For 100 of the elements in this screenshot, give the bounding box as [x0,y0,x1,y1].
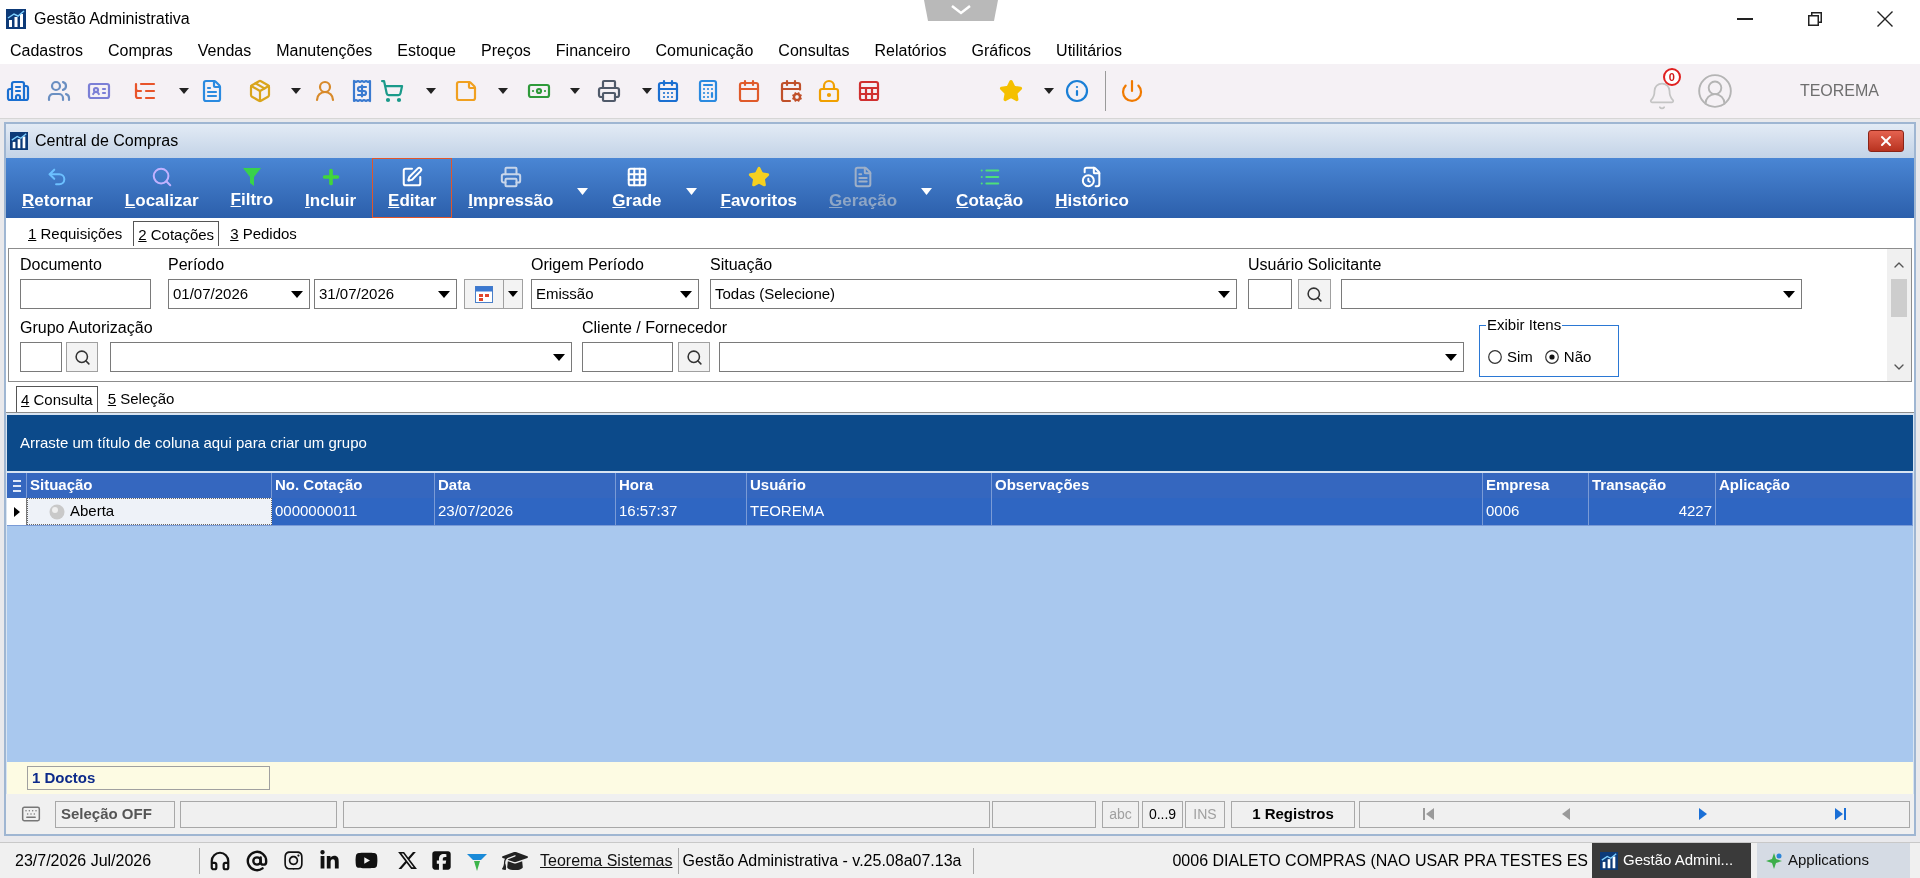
at-sign-icon[interactable] [246,849,268,872]
tab[interactable]: 5 Seleção [102,386,180,412]
power-icon[interactable] [1120,79,1144,103]
text-field[interactable] [20,279,151,309]
info-icon[interactable] [1065,79,1089,103]
menu-item[interactable]: Manutenções [276,40,373,61]
cart-icon[interactable] [380,79,404,103]
toolbar-button[interactable]: Editar [372,158,453,218]
menu-item[interactable]: Financeiro [555,40,631,61]
status-circle-icon [49,503,65,520]
radio-button[interactable] [1488,350,1502,364]
tab[interactable]: 3 Pedidos [225,221,302,246]
menu-item[interactable]: Vendas [197,40,252,61]
search-button[interactable] [678,342,710,372]
text-field[interactable] [1248,279,1292,309]
caret-icon[interactable] [291,88,301,94]
menu-item[interactable]: Preços [481,40,531,61]
calendar-button[interactable] [464,279,504,309]
caret-icon[interactable] [426,88,436,94]
toolbar-button[interactable]: Localizar [108,158,215,218]
text-field[interactable] [582,342,673,372]
window-title: Central de Compras [35,131,179,151]
calculator-icon[interactable] [696,79,720,103]
menu-item[interactable]: Consultas [778,40,850,61]
linkedin-icon[interactable] [319,850,340,871]
toolbar-button[interactable]: Favoritos [704,158,814,218]
text-field[interactable] [20,342,62,372]
caret-icon[interactable] [570,88,580,94]
calendar-gear-icon[interactable] [779,79,803,103]
tab[interactable]: 4 Consulta [16,386,98,412]
toolbar-button[interactable]: Retornar [6,158,109,218]
dropdown-field[interactable]: Todas (Selecione) [710,279,1237,309]
radio-button[interactable] [1544,350,1559,364]
search-button[interactable] [66,342,98,372]
dropdown-arrow-icon[interactable] [1218,290,1230,298]
caret-icon[interactable] [498,88,508,94]
menu-item[interactable]: Relatórios [874,40,947,61]
search-button[interactable] [1298,279,1331,309]
dropdown-arrow-icon[interactable] [291,290,303,298]
table-cell: 16:57:37 [616,498,747,525]
dropdown-field[interactable] [719,342,1464,372]
document-icon[interactable] [200,79,224,103]
calendar-icon[interactable] [737,79,761,103]
user-icon[interactable] [313,79,337,103]
date-field[interactable]: 31/07/2026 [314,279,457,309]
menu-item[interactable]: Compras [107,40,173,61]
dropdown-arrow-icon[interactable] [553,353,565,361]
tab[interactable]: 1 Requisições [23,221,128,246]
toolbar-button[interactable]: Impressão [452,158,570,218]
summary-count: 1 Doctos [27,766,270,790]
dropdown-arrow-icon[interactable] [438,290,450,298]
taskbar-button[interactable]: Gestão Admini... [1592,843,1751,878]
dropdown-arrow-icon[interactable] [680,290,692,298]
dropdown-field[interactable] [110,342,572,372]
people-icon[interactable] [47,79,71,103]
last-page-icon[interactable] [1834,808,1847,820]
toolbar-button[interactable]: Filtro [214,158,290,218]
grid-icon [625,165,648,188]
toolbar-button[interactable]: Incluir [289,158,373,218]
menu-item[interactable]: Utilitários [1056,40,1122,61]
instagram-icon[interactable] [283,850,304,871]
website-link[interactable]: Teorema Sistemas [540,848,673,873]
close-button[interactable] [1868,130,1904,152]
table-cell[interactable]: Aberta [27,498,272,525]
table-icon[interactable] [857,79,881,103]
tab[interactable]: 2 Cotações [133,221,220,246]
toolbar-button[interactable]: Histórico [1039,158,1145,218]
receipt-icon[interactable] [350,79,374,103]
caret-icon[interactable] [642,88,652,94]
date-field[interactable]: 01/07/2026 [168,279,310,309]
dropdown-arrow-icon[interactable] [1445,353,1457,361]
row-header-cell[interactable] [7,498,27,525]
facebook-icon[interactable] [431,850,452,871]
dropdown-arrow-icon[interactable] [1783,290,1795,298]
dropdown-field[interactable]: Emissão [531,279,699,309]
headset-icon[interactable] [209,849,231,872]
dropdown-field[interactable] [1341,279,1802,309]
caret-icon[interactable] [179,88,189,94]
building-icon[interactable] [6,79,30,103]
toolbar-button[interactable]: Cotação [940,158,1040,218]
calendar-icon[interactable] [656,79,680,103]
table-row[interactable]: Aberta 0000000011 23/07/2026 16:57:37 TEOREMA 0006 4227 [7,498,1913,526]
version-label: Gestão Administrativa - v.25.08a07.13a [682,850,962,871]
edit-icon [401,165,424,188]
x-icon[interactable] [397,850,418,871]
scrollbar[interactable] [1887,249,1911,381]
toolbar-button[interactable]: Grade [596,158,678,218]
calendar-icon [475,285,493,303]
caret-icon[interactable] [1044,88,1054,94]
printer-icon[interactable] [597,79,621,103]
dropdown-button[interactable] [504,279,523,309]
taskbar-button[interactable]: Applications [1757,843,1910,878]
menu-item[interactable]: Cadastros [10,40,83,61]
column-chooser-icon[interactable] [12,479,21,492]
menu-item[interactable]: Gráficos [971,40,1032,61]
menu-item[interactable]: Comunicação [655,40,754,61]
scrollbar-thumb[interactable] [1891,279,1907,317]
menu-item[interactable]: Estoque [397,40,456,61]
status-text: Aberta [70,501,115,522]
star-icon[interactable] [999,79,1023,103]
